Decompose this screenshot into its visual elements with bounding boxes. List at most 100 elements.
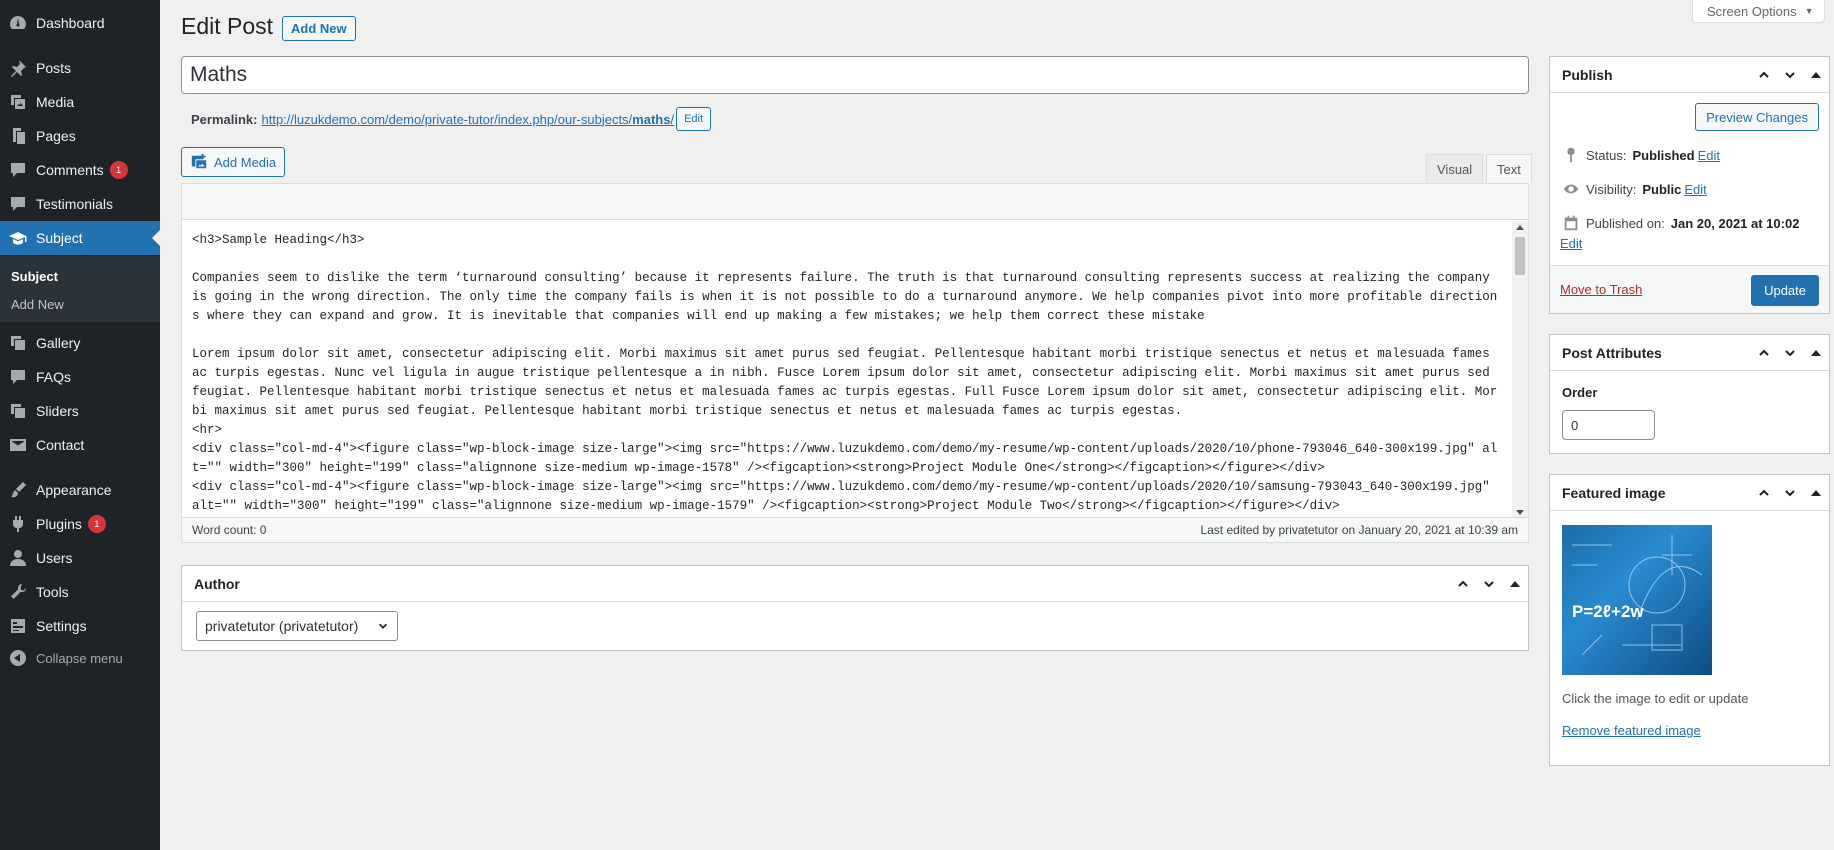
- sidebar-item-label: Settings: [36, 618, 87, 634]
- pin-icon: [1567, 147, 1575, 163]
- permalink-link[interactable]: http://luzukdemo.com/demo/private-tutor/…: [261, 112, 674, 127]
- sidebar-item-tools[interactable]: Tools: [0, 575, 160, 609]
- visibility-row: Visibility: Public Edit: [1562, 180, 1707, 198]
- pages-icon: [0, 126, 36, 146]
- sidebar-item-subject[interactable]: Subject: [0, 221, 160, 255]
- move-up-button[interactable]: [1450, 566, 1476, 602]
- sidebar-item-sliders[interactable]: Sliders: [0, 394, 160, 428]
- scroll-down-arrow-icon[interactable]: [1516, 510, 1524, 515]
- sidebar-item-media[interactable]: Media: [0, 85, 160, 119]
- sidebar-item-plugins[interactable]: Plugins 1: [0, 507, 160, 541]
- sidebar-item-users[interactable]: Users: [0, 541, 160, 575]
- dashboard-icon: [0, 13, 36, 33]
- visibility-value: Public: [1642, 181, 1682, 197]
- editor-status-bar: Word count: 0 Last edited by privatetuto…: [182, 517, 1528, 542]
- move-up-button[interactable]: [1751, 335, 1777, 371]
- sidebar-item-settings[interactable]: Settings: [0, 609, 160, 643]
- author-box-title: Author: [194, 575, 240, 592]
- published-edit-row: Edit: [1560, 236, 1582, 251]
- sidebar-item-posts[interactable]: Posts: [0, 51, 160, 85]
- sidebar-item-comments[interactable]: Comments 1: [0, 153, 160, 187]
- published-value: Jan 20, 2021 at 10:02: [1670, 215, 1800, 231]
- comment-icon: [0, 160, 36, 180]
- chevron-up-icon: [1759, 489, 1769, 496]
- published-edit-link[interactable]: Edit: [1560, 236, 1582, 251]
- update-button[interactable]: Update: [1751, 275, 1819, 306]
- author-select[interactable]: privatetutor (privatetutor): [196, 611, 398, 641]
- publish-box-title: Publish: [1562, 66, 1613, 83]
- pin-icon: [0, 58, 36, 78]
- add-media-button[interactable]: Add Media: [181, 147, 286, 177]
- sidebar-item-label: Sliders: [36, 403, 79, 419]
- post-title-input[interactable]: Maths: [181, 56, 1529, 94]
- move-up-button[interactable]: [1751, 475, 1777, 511]
- sidebar-item-faqs[interactable]: FAQs: [0, 360, 160, 394]
- toggle-panel-button[interactable]: [1803, 475, 1829, 511]
- screen-options-button[interactable]: Screen Options ▼: [1692, 0, 1825, 23]
- move-down-button[interactable]: [1476, 566, 1502, 602]
- status-value: Published: [1632, 147, 1695, 163]
- remove-featured-image-link[interactable]: Remove featured image: [1562, 723, 1701, 738]
- permalink: Permalink: http://luzukdemo.com/demo/pri…: [191, 107, 712, 131]
- post-attributes-box: Post Attributes Order 0: [1549, 334, 1830, 454]
- move-down-button[interactable]: [1777, 475, 1803, 511]
- toggle-panel-button[interactable]: [1502, 566, 1528, 602]
- caret-down-icon: ▼: [1804, 6, 1814, 16]
- featured-image-hint: Click the image to edit or update: [1562, 691, 1749, 706]
- published-on-row: Published on: Jan 20, 2021 at 10:02: [1562, 214, 1799, 232]
- admin-sidebar: Dashboard Posts Media Pages Comments 1 T…: [0, 0, 160, 850]
- wrench-icon: [0, 582, 36, 602]
- sidebar-item-appearance[interactable]: Appearance: [0, 473, 160, 507]
- tab-visual[interactable]: Visual: [1426, 154, 1484, 184]
- eye-icon: [1563, 184, 1579, 194]
- collapse-menu-button[interactable]: Collapse menu: [0, 646, 160, 670]
- move-down-button[interactable]: [1777, 335, 1803, 371]
- sidebar-item-contact[interactable]: Contact: [0, 428, 160, 462]
- move-down-button[interactable]: [1777, 57, 1803, 93]
- toggle-panel-button[interactable]: [1803, 57, 1829, 93]
- page-title: Edit Post: [181, 13, 274, 39]
- editor-scrollbar[interactable]: [1512, 221, 1528, 519]
- chevron-down-icon: [1484, 580, 1494, 587]
- plugin-icon: [0, 514, 36, 534]
- sidebar-item-label: Posts: [36, 60, 72, 76]
- tab-text[interactable]: Text: [1486, 154, 1532, 184]
- submenu-item-subject[interactable]: Subject: [11, 269, 58, 284]
- author-select-value: privatetutor (privatetutor): [205, 618, 359, 634]
- sidebar-item-dashboard[interactable]: Dashboard: [0, 6, 160, 40]
- triangle-up-icon: [1811, 349, 1821, 356]
- sidebar-item-testimonials[interactable]: Testimonials: [0, 187, 160, 221]
- permalink-edit-button[interactable]: Edit: [676, 107, 712, 131]
- email-icon: [0, 435, 36, 455]
- settings-icon: [0, 616, 36, 636]
- submenu-item-add-new[interactable]: Add New: [11, 297, 64, 312]
- sidebar-item-label: Contact: [36, 437, 85, 453]
- sidebar-item-label: Tools: [36, 584, 69, 600]
- move-up-button[interactable]: [1751, 57, 1777, 93]
- published-label: Published on:: [1586, 215, 1665, 231]
- sidebar-item-pages[interactable]: Pages: [0, 119, 160, 153]
- scroll-up-arrow-icon[interactable]: [1516, 225, 1524, 230]
- content-textarea[interactable]: <h3>Sample Heading</h3> Companies seem t…: [182, 221, 1512, 519]
- add-new-button[interactable]: Add New: [282, 16, 356, 41]
- sidebar-item-label: FAQs: [36, 369, 72, 385]
- add-media-icon: [191, 153, 207, 169]
- featured-image-title: Featured image: [1562, 484, 1666, 501]
- last-edited: Last edited by privatetutor on January 2…: [1200, 523, 1518, 537]
- sidebar-item-label: Testimonials: [36, 196, 114, 212]
- gallery-icon: [0, 401, 36, 421]
- chevron-up-icon: [1759, 71, 1769, 78]
- content-editor: <h3>Sample Heading</h3> Companies seem t…: [181, 183, 1529, 543]
- status-edit-link[interactable]: Edit: [1698, 148, 1720, 163]
- order-input[interactable]: 0: [1562, 410, 1655, 440]
- preview-changes-button[interactable]: Preview Changes: [1695, 103, 1819, 131]
- toggle-panel-button[interactable]: [1803, 335, 1829, 371]
- sidebar-item-gallery[interactable]: Gallery: [0, 326, 160, 360]
- scrollbar-thumb[interactable]: [1515, 237, 1525, 275]
- move-to-trash-link[interactable]: Move to Trash: [1560, 282, 1642, 297]
- chevron-up-icon: [1458, 580, 1468, 587]
- visibility-edit-link[interactable]: Edit: [1684, 182, 1706, 197]
- featured-image-thumbnail[interactable]: P=2ℓ+2w: [1562, 525, 1712, 675]
- media-icon: [0, 92, 36, 112]
- order-label: Order: [1562, 385, 1598, 400]
